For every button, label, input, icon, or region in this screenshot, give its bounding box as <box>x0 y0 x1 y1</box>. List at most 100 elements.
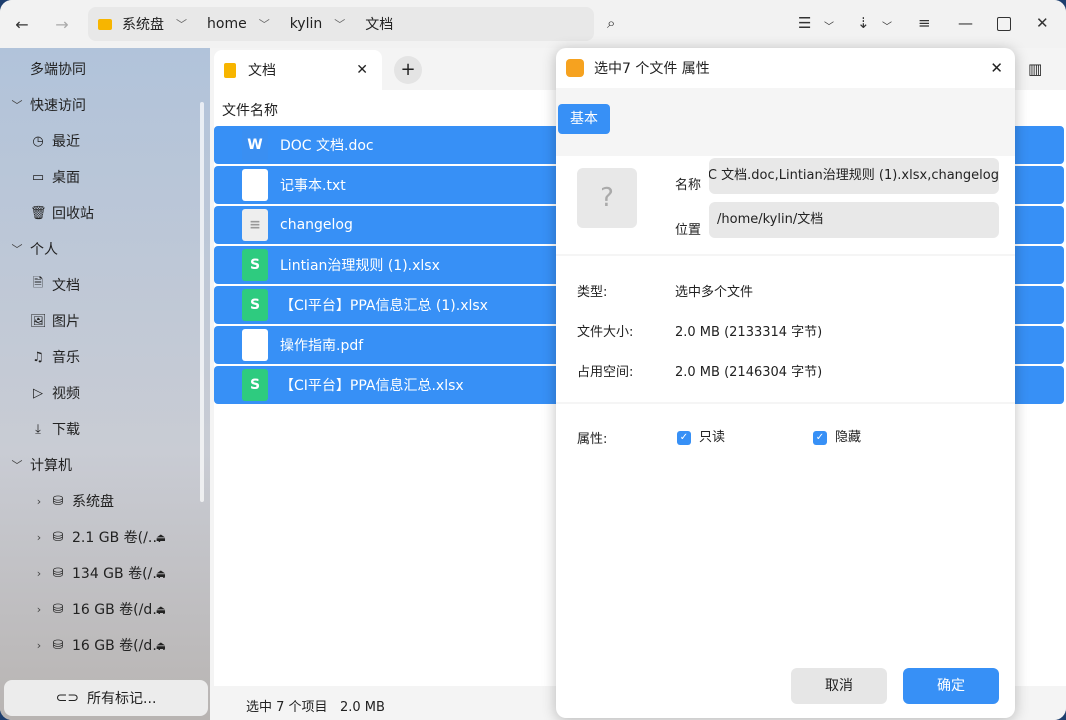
check-icon: ✓ <box>813 430 827 445</box>
tab-label: 文档 <box>248 63 276 79</box>
close-icon[interactable]: ✕ <box>1036 14 1049 32</box>
cancel-button[interactable]: 取消 <box>791 668 887 704</box>
chevron-down-icon[interactable]: ﹀ <box>882 18 892 33</box>
tab-basic[interactable]: 基本 <box>558 104 610 134</box>
name-field[interactable]: DOC 文档.doc,Lintian治理规则 (1).xlsx,changelo… <box>709 158 999 194</box>
sidebar-item-label: 快速访问 <box>30 98 86 114</box>
close-tab-icon[interactable]: ✕ <box>356 62 368 78</box>
chevron-down-icon[interactable]: ﹀ <box>176 16 187 32</box>
sidebar-item[interactable]: ﹀ 快速访问 <box>0 87 200 123</box>
chevron-right-icon[interactable]: › <box>32 567 46 580</box>
location-field[interactable]: /home/kylin/文档 <box>709 202 999 238</box>
hidden-label: 隐藏 <box>835 430 862 445</box>
chevron-right-icon[interactable]: › <box>32 639 46 652</box>
sidebar-item-label: 16 GB 卷(/d… <box>72 638 167 654</box>
new-tab-button[interactable]: + <box>394 56 422 84</box>
sidebar-item-label: 134 GB 卷(/… <box>72 566 167 582</box>
search-icon[interactable]: ⌕ <box>607 14 615 32</box>
chevron-right-icon[interactable]: › <box>32 495 46 508</box>
crumb[interactable]: home <box>207 16 247 32</box>
sidebar-item[interactable]: › ⛁ 系统盘 <box>0 483 200 519</box>
chevron-right-icon[interactable]: › <box>32 531 46 544</box>
type-label: 类型: <box>577 285 608 300</box>
sidebar-item[interactable]: 多端协同 <box>0 51 200 87</box>
breadcrumb[interactable]: 系统盘 ﹀ home ﹀ kylin ﹀ 文档 <box>88 7 594 41</box>
menu-icon[interactable]: ≡ <box>918 14 931 32</box>
toolbar: ← → 系统盘 ﹀ home ﹀ kylin ﹀ 文档 ⌕ ☰ ﹀ ⇣ ﹀ ≡ — ✕ <box>0 0 1066 48</box>
app-icon <box>566 59 584 77</box>
all-tags-button[interactable]: ⊂⊃ 所有标记... <box>4 680 208 716</box>
sidebar-item-label: 视频 <box>52 386 80 402</box>
crumb[interactable]: kylin <box>290 16 323 32</box>
size-label: 文件大小: <box>577 325 634 340</box>
txt-file-icon <box>242 169 268 201</box>
eject-icon[interactable]: ⏏ <box>156 531 166 544</box>
drive-icon: ⛁ <box>52 493 64 509</box>
chevron-down-icon[interactable]: ﹀ <box>10 97 24 113</box>
view-mode-icon[interactable]: ☰ <box>798 14 811 32</box>
column-header-name[interactable]: 文件名称 <box>222 100 278 120</box>
sidebar-item[interactable]: ▭ 桌面 <box>0 159 200 195</box>
file-name: Lintian治理规则 (1).xlsx <box>280 258 440 274</box>
sidebar-item[interactable]: ◷ 最近 <box>0 123 200 159</box>
chevron-down-icon[interactable]: ﹀ <box>10 241 24 257</box>
maximize-icon[interactable] <box>997 17 1011 31</box>
sidebar-item[interactable]: ﹀ 个人 <box>0 231 200 267</box>
hidden-checkbox[interactable]: ✓ 隐藏 <box>813 426 861 445</box>
forward-button[interactable]: → <box>42 15 82 34</box>
sidebar-item[interactable]: ♫ 音乐 <box>0 339 200 375</box>
chevron-down-icon[interactable]: ﹀ <box>259 16 270 32</box>
file-name: changelog <box>280 217 353 233</box>
sidebar-item-label: 音乐 <box>52 350 80 366</box>
file-name: DOC 文档.doc <box>280 138 374 154</box>
sidebar-item[interactable]: ⤓ 下载 <box>0 411 200 447</box>
xls-file-icon: S <box>242 249 268 281</box>
preview-pane-icon[interactable]: ▥ <box>1028 60 1042 78</box>
sidebar-scrollbar[interactable] <box>200 102 204 502</box>
sidebar-item[interactable]: › ⛁ 16 GB 卷(/d… ⏏ <box>0 591 200 627</box>
xls-file-icon: S <box>242 289 268 321</box>
sidebar-item[interactable]: › ⛁ 16 GB 卷(/d… ⏏ <box>0 627 200 663</box>
sidebar: ⊂⊃ 所有标记... 多端协同 ﹀ 快速访问 ◷ 最近 ▭ 桌面 🗑 回收站 ﹀ 个人 🗎 文档 🖼 图片 ♫… <box>0 48 210 720</box>
chevron-right-icon[interactable]: › <box>32 603 46 616</box>
sort-icon[interactable]: ⇣ <box>857 14 870 32</box>
sidebar-item[interactable]: › ⛁ 134 GB 卷(/… ⏏ <box>0 555 200 591</box>
name-value: DOC 文档.doc,Lintian治理规则 (1).xlsx,changelo… <box>709 168 999 183</box>
chevron-down-icon[interactable]: ﹀ <box>334 16 345 32</box>
sidebar-item-label: 文档 <box>52 278 80 294</box>
file-name: 【CI平台】PPA信息汇总 (1).xlsx <box>280 298 488 314</box>
sidebar-item[interactable]: 🗎 文档 <box>0 267 200 303</box>
sidebar-item[interactable]: › ⛁ 2.1 GB 卷(/… ⏏ <box>0 519 200 555</box>
properties-dialog: 选中7 个文件 属性 ✕ 基本 ? 名称 DOC 文档.doc,Lintian治… <box>556 48 1015 718</box>
ok-button[interactable]: 确定 <box>903 668 999 704</box>
minimize-icon[interactable]: — <box>958 14 973 32</box>
eject-icon[interactable]: ⏏ <box>156 567 166 580</box>
crumb[interactable]: 文档 <box>365 14 393 34</box>
sidebar-item-label: 下载 <box>52 422 80 438</box>
eject-icon[interactable]: ⏏ <box>156 603 166 616</box>
sidebar-item[interactable]: 🗑 回收站 <box>0 195 200 231</box>
chevron-down-icon[interactable]: ﹀ <box>10 457 24 473</box>
chevron-down-icon[interactable]: ﹀ <box>824 18 834 33</box>
sidebar-item[interactable]: ﹀ 计算机 <box>0 447 200 483</box>
type-value: 选中多个文件 <box>675 285 754 300</box>
back-button[interactable]: ← <box>2 15 42 34</box>
used-label: 占用空间: <box>577 365 634 380</box>
sidebar-icon: 🗎 <box>32 276 44 291</box>
readonly-checkbox[interactable]: ✓ 只读 <box>677 426 725 445</box>
sidebar-icon: ⤓ <box>35 421 41 437</box>
crumb[interactable]: 系统盘 <box>122 14 164 34</box>
sidebar-item[interactable]: ▷ 视频 <box>0 375 200 411</box>
sidebar-item-label: 计算机 <box>30 458 72 474</box>
size-value: 2.0 MB (2133314 字节) <box>675 325 823 340</box>
drive-icon: ⛁ <box>52 565 64 581</box>
sidebar-icon: ▷ <box>33 385 43 401</box>
sidebar-item[interactable]: 🖼 图片 <box>0 303 200 339</box>
sidebar-item-label: 最近 <box>52 134 80 150</box>
sidebar-icon: 🗑 <box>30 205 47 221</box>
selection-size: 2.0 MB <box>339 700 385 715</box>
all-tags-label: 所有标记... <box>87 691 157 707</box>
close-icon[interactable]: ✕ <box>990 59 1003 77</box>
tab-documents[interactable]: 文档 ✕ <box>214 50 382 90</box>
eject-icon[interactable]: ⏏ <box>156 639 166 652</box>
